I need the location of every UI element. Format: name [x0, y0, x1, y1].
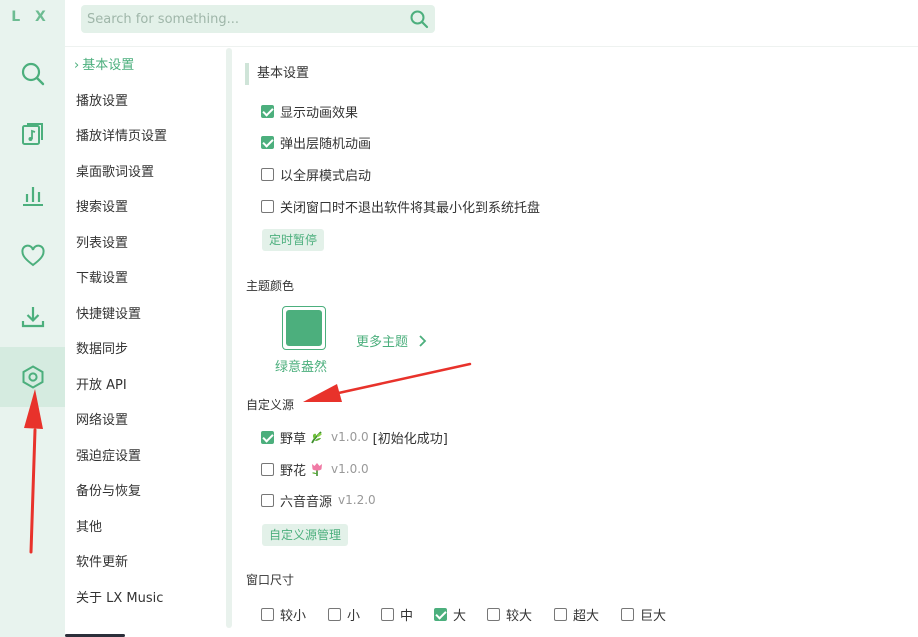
- theme-swatch[interactable]: [282, 306, 326, 350]
- nav-rail: L X: [0, 0, 65, 637]
- source-item-yehua[interactable]: 野花 v1.0.0: [261, 460, 369, 479]
- music-list-icon: [21, 123, 43, 145]
- menu-item-download[interactable]: 下载设置: [76, 269, 128, 289]
- app-logo: L X: [11, 9, 51, 25]
- checkbox[interactable]: [261, 430, 274, 444]
- menu-item-sync[interactable]: 数据同步: [76, 340, 128, 360]
- herb-emoji-icon: [311, 431, 323, 444]
- custom-source-label: 自定义源: [246, 398, 295, 412]
- checkbox[interactable]: [554, 607, 567, 621]
- heart-icon: [20, 244, 45, 267]
- section-title: 基本设置: [257, 66, 310, 81]
- checkbox[interactable]: [261, 607, 274, 621]
- top-bar: [65, 0, 918, 47]
- chevron-right-icon: ›: [74, 58, 80, 73]
- menu-item-about[interactable]: 关于 LX Music: [76, 589, 163, 609]
- window-size-option-extra-large[interactable]: 超大: [554, 605, 599, 624]
- checkbox[interactable]: [261, 462, 274, 476]
- checkbox[interactable]: [328, 607, 341, 621]
- option-show-animation[interactable]: 显示动画效果: [261, 102, 358, 121]
- menu-item-backup[interactable]: 备份与恢复: [76, 482, 141, 502]
- checkbox[interactable]: [261, 493, 274, 507]
- menu-item-play-detail[interactable]: 播放详情页设置: [76, 127, 167, 147]
- checkbox[interactable]: [261, 104, 274, 118]
- window-size-option-large[interactable]: 大: [434, 605, 466, 624]
- rail-download-button[interactable]: [0, 287, 65, 347]
- rail-songlist-button[interactable]: [0, 104, 65, 164]
- menu-item-update[interactable]: 软件更新: [76, 553, 128, 573]
- search-icon[interactable]: [409, 9, 429, 29]
- theme-name[interactable]: 绿意盎然: [275, 356, 327, 375]
- section-title-marker: [245, 63, 249, 85]
- theme-color-label: 主题颜色: [246, 279, 295, 293]
- settings-content: 基本设置 显示动画效果 弹出层随机动画 以全屏模式启动 关闭窗口时不退出软件将其…: [232, 48, 918, 637]
- bar-chart-icon: [22, 187, 43, 206]
- window-size-option-medium[interactable]: 中: [381, 605, 413, 624]
- window-size-label: 窗口尺寸: [246, 573, 295, 587]
- rail-favorites-button[interactable]: [0, 226, 65, 286]
- option-fullscreen-start[interactable]: 以全屏模式启动: [261, 165, 371, 184]
- menu-item-other[interactable]: 其他: [76, 518, 102, 538]
- checkbox[interactable]: [261, 199, 274, 213]
- custom-source-manage-button[interactable]: 自定义源管理: [262, 524, 349, 546]
- theme-swatch-color: [286, 310, 322, 346]
- checkbox[interactable]: [487, 607, 500, 621]
- source-item-liuyin[interactable]: 六音音源 v1.2.0: [261, 491, 376, 510]
- search-input[interactable]: [81, 5, 391, 33]
- timer-pause-button[interactable]: 定时暂停: [262, 229, 325, 251]
- settings-hex-icon: [22, 365, 43, 389]
- settings-menu: › 基本设置 播放设置 播放详情页设置 桌面歌词设置 搜索设置 列表设置 下载设置…: [65, 48, 225, 637]
- search-box[interactable]: [81, 5, 435, 33]
- search-icon: [21, 62, 44, 86]
- window-size-option-small[interactable]: 小: [328, 605, 360, 624]
- option-minimize-to-tray[interactable]: 关闭窗口时不退出软件将其最小化到系统托盘: [261, 197, 540, 216]
- menu-item-search[interactable]: 搜索设置: [76, 198, 128, 218]
- checkbox[interactable]: [621, 607, 634, 621]
- menu-item-ocd[interactable]: 强迫症设置: [76, 447, 141, 467]
- option-random-popup-animation[interactable]: 弹出层随机动画: [261, 133, 371, 152]
- tulip-emoji-icon: [312, 463, 323, 476]
- window-size-option-huge[interactable]: 巨大: [621, 605, 666, 624]
- checkbox[interactable]: [261, 135, 274, 149]
- rail-settings-button[interactable]: [0, 347, 65, 407]
- checkbox[interactable]: [381, 607, 394, 621]
- checkbox[interactable]: [434, 607, 447, 621]
- window-size-option-larger[interactable]: 较大: [487, 605, 532, 624]
- menu-item-hotkey[interactable]: 快捷键设置: [76, 305, 141, 325]
- menu-item-basic[interactable]: › 基本设置: [74, 56, 134, 76]
- menu-item-desktop-lyric[interactable]: 桌面歌词设置: [76, 163, 154, 183]
- download-icon: [21, 307, 44, 328]
- checkbox[interactable]: [261, 167, 274, 181]
- menu-item-play[interactable]: 播放设置: [76, 92, 128, 112]
- source-item-yecao[interactable]: 野草 v1.0.0 [初始化成功]: [261, 428, 448, 447]
- rail-leaderboard-button[interactable]: [0, 165, 65, 225]
- window-size-option-smaller[interactable]: 较小: [261, 605, 306, 624]
- rail-search-button[interactable]: [0, 44, 65, 104]
- more-themes-link[interactable]: 更多主题: [356, 331, 430, 350]
- chevron-right-icon: [419, 334, 427, 347]
- menu-item-network[interactable]: 网络设置: [76, 411, 128, 431]
- menu-item-open-api[interactable]: 开放 API: [76, 376, 127, 396]
- menu-item-list[interactable]: 列表设置: [76, 234, 128, 254]
